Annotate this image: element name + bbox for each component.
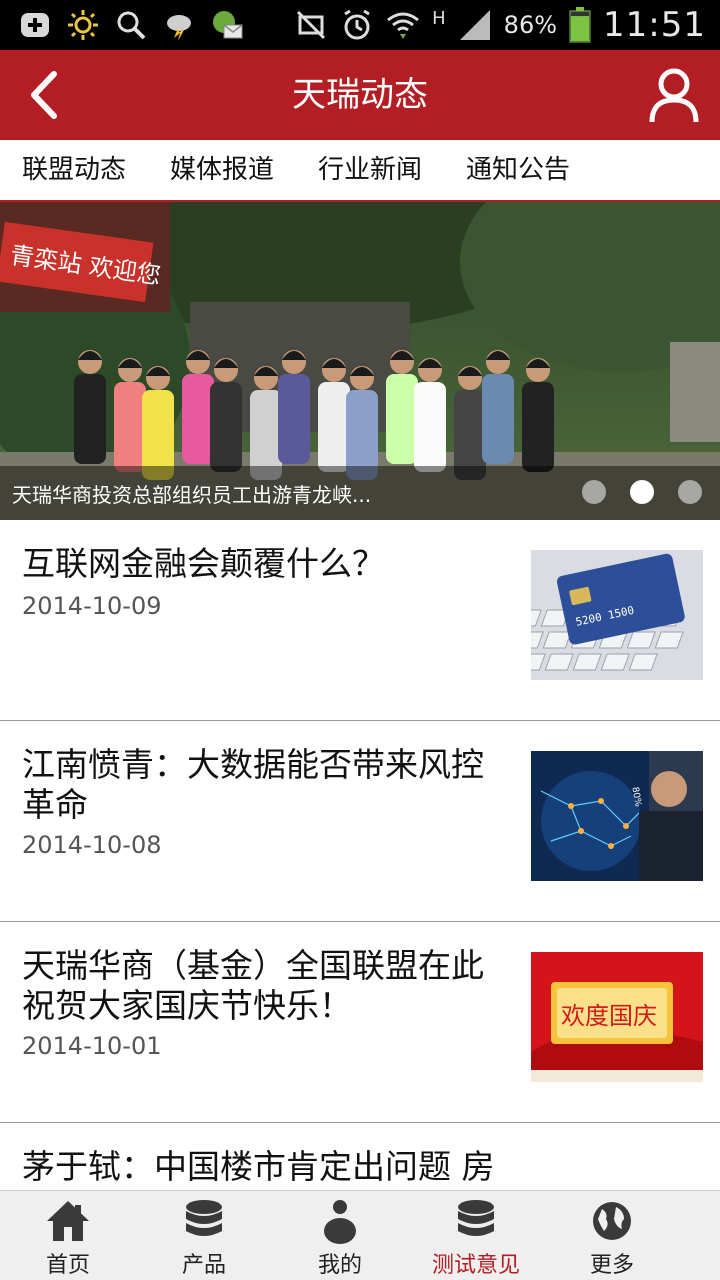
brightness-icon bbox=[68, 10, 98, 40]
person-body bbox=[386, 374, 418, 464]
add-box-icon bbox=[21, 13, 49, 37]
news-title: 互联网金融会颠覆什么？ bbox=[22, 544, 385, 583]
mail-icon bbox=[213, 11, 243, 39]
carousel-indicators bbox=[582, 480, 702, 504]
vibrate-icon bbox=[297, 10, 326, 40]
news-item[interactable]: 江南愤青：大数据能否带来风控革命 2014-10-08 80% bbox=[0, 721, 720, 922]
news-date: 2014-10-09 bbox=[22, 592, 162, 620]
status-bar: H 86% 11:51 bbox=[0, 0, 720, 50]
carousel-dot-3[interactable] bbox=[678, 480, 702, 504]
banner-carousel[interactable]: 青栾站 欢迎您 天瑞华商投资总部组织员工出游青龙峡... bbox=[0, 202, 720, 520]
database-icon bbox=[458, 1200, 494, 1236]
person-body bbox=[278, 374, 310, 464]
network-type: H bbox=[432, 7, 446, 29]
carousel-dot-1[interactable] bbox=[582, 480, 606, 504]
page-title: 天瑞动态 bbox=[292, 75, 428, 115]
news-item[interactable]: 天瑞华商（基金）全国联盟在此祝贺大家国庆节快乐！ 2014-10-01 欢度国庆 bbox=[0, 922, 720, 1123]
news-date: 2014-10-08 bbox=[22, 831, 162, 859]
news-title: 江南愤青：大数据能否带来风控革命 bbox=[22, 745, 484, 824]
news-item[interactable]: 茅于轼：中国楼市肯定出问题 房 bbox=[0, 1123, 720, 1190]
nav-label: 测试意见 bbox=[431, 1253, 520, 1278]
nav-mine[interactable]: 我的 bbox=[272, 1191, 408, 1280]
nav-feedback[interactable]: 测试意见 bbox=[408, 1191, 544, 1280]
person-body bbox=[414, 382, 446, 472]
wifi-icon bbox=[387, 12, 420, 39]
tab-media-reports[interactable]: 媒体报道 bbox=[148, 140, 296, 200]
signal-icon bbox=[459, 10, 490, 40]
tab-alliance-news[interactable]: 联盟动态 bbox=[0, 140, 148, 200]
clock: 11:51 bbox=[603, 5, 706, 45]
nav-label: 我的 bbox=[317, 1253, 362, 1278]
person-body bbox=[482, 374, 514, 464]
nav-label: 更多 bbox=[589, 1253, 634, 1278]
news-thumbnail: 80% bbox=[531, 751, 703, 881]
person-icon bbox=[324, 1200, 356, 1244]
bottom-navigation: 首页 产品 我的 测试意见 更多 bbox=[0, 1190, 720, 1280]
database-icon bbox=[186, 1200, 222, 1236]
search-icon bbox=[117, 11, 146, 40]
greeting-text: 欢度国庆 bbox=[561, 1002, 657, 1030]
category-tabs: 联盟动态 媒体报道 行业新闻 通知公告 bbox=[0, 140, 720, 202]
user-icon[interactable] bbox=[646, 66, 702, 124]
battery-percent: 86% bbox=[503, 11, 558, 39]
globe-icon bbox=[593, 1202, 631, 1240]
carousel-dot-2[interactable] bbox=[630, 480, 654, 504]
app-header: 天瑞动态 bbox=[0, 50, 720, 140]
alarm-icon bbox=[344, 9, 370, 40]
news-thumbnail: 5200 1500 bbox=[531, 550, 703, 680]
tab-announcements[interactable]: 通知公告 bbox=[444, 140, 592, 200]
nav-more[interactable]: 更多 bbox=[544, 1191, 680, 1280]
tab-industry-news[interactable]: 行业新闻 bbox=[296, 140, 444, 200]
news-list: 互联网金融会颠覆什么？ 2014-10-09 5200 1500 江南愤青：大数… bbox=[0, 520, 720, 1190]
news-title: 茅于轼：中国楼市肯定出问题 房 bbox=[22, 1147, 495, 1186]
person-body bbox=[210, 382, 242, 472]
nav-label: 产品 bbox=[181, 1253, 226, 1278]
person-body bbox=[114, 382, 146, 472]
battery-icon bbox=[569, 7, 591, 43]
news-thumbnail: 欢度国庆 bbox=[531, 952, 703, 1082]
news-date: 2014-10-01 bbox=[22, 1032, 162, 1060]
person-body bbox=[74, 374, 106, 464]
person-body bbox=[182, 374, 214, 464]
person-body bbox=[522, 382, 554, 472]
nav-home[interactable]: 首页 bbox=[0, 1191, 136, 1280]
nav-products[interactable]: 产品 bbox=[136, 1191, 272, 1280]
weather-icon bbox=[167, 15, 191, 41]
banner-caption: 天瑞华商投资总部组织员工出游青龙峡... bbox=[12, 483, 372, 507]
news-item[interactable]: 互联网金融会颠覆什么？ 2014-10-09 5200 1500 bbox=[0, 520, 720, 721]
nav-label: 首页 bbox=[45, 1253, 90, 1278]
home-icon bbox=[47, 1201, 89, 1241]
news-title: 天瑞华商（基金）全国联盟在此祝贺大家国庆节快乐！ bbox=[22, 946, 484, 1025]
person-body bbox=[318, 382, 350, 472]
